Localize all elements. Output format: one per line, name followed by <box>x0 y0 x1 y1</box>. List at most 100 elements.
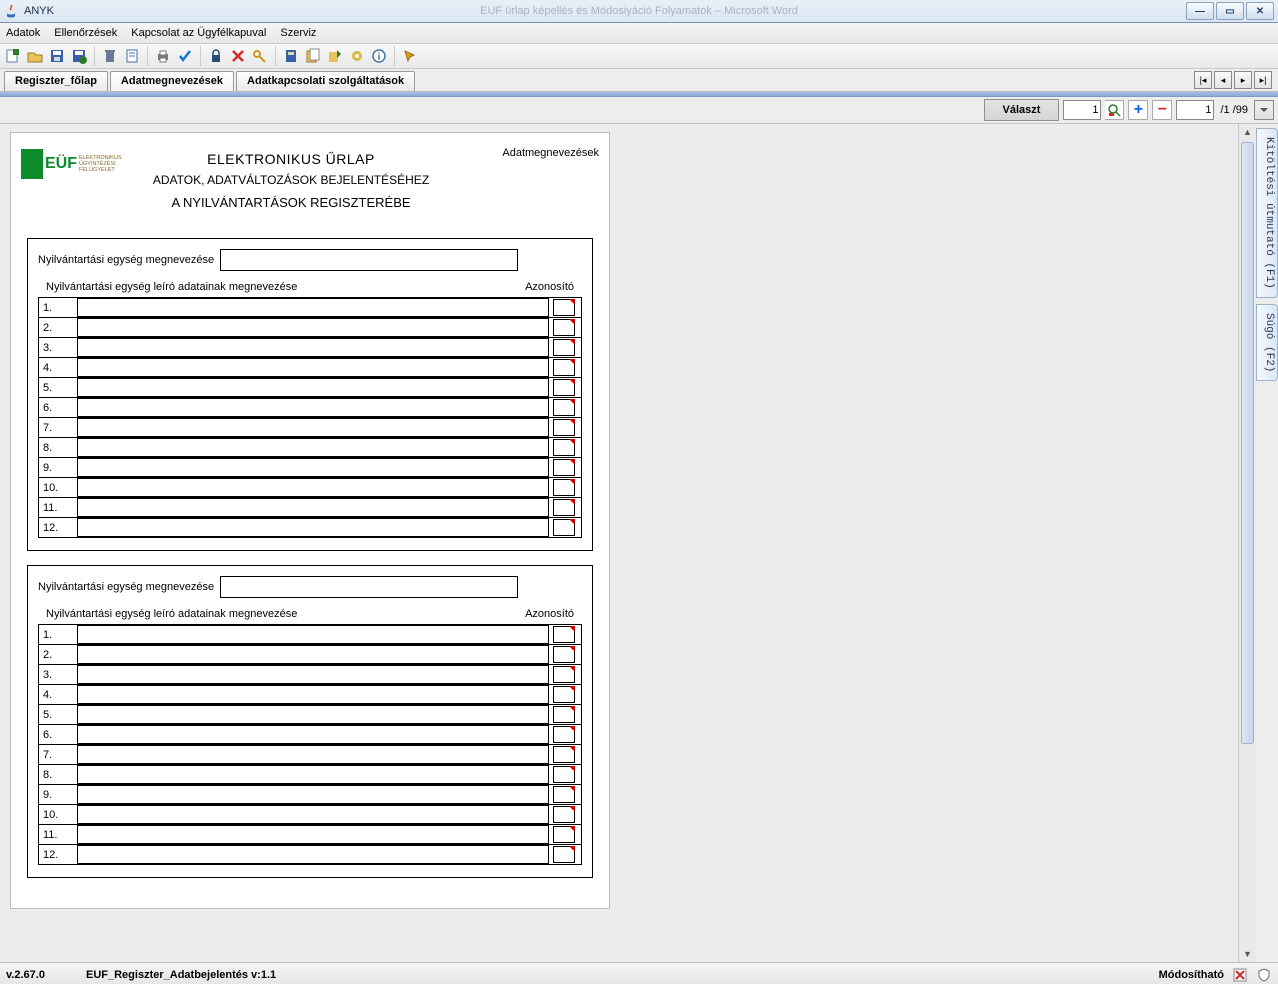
lock-icon[interactable] <box>207 47 225 65</box>
info-icon[interactable]: i <box>370 47 388 65</box>
close-button[interactable]: ✕ <box>1246 2 1274 20</box>
unit1-row11-azon[interactable] <box>553 499 575 516</box>
unit1-row10-input[interactable] <box>77 478 549 497</box>
unit2-row3-input[interactable] <box>77 665 549 684</box>
unit2-row3-azon[interactable] <box>553 666 575 683</box>
unit2-row1-input[interactable] <box>77 625 549 644</box>
unit2-row9-input[interactable] <box>77 785 549 804</box>
remove-page-button[interactable]: − <box>1152 100 1172 120</box>
cancel-icon[interactable] <box>229 47 247 65</box>
unit2-row4-input[interactable] <box>77 685 549 704</box>
tab-regiszter-folap[interactable]: Regiszter_főlap <box>4 71 108 91</box>
unit2-row11-input[interactable] <box>77 825 549 844</box>
unit1-row8-azon[interactable] <box>553 439 575 456</box>
unit2-row12-input[interactable] <box>77 845 549 864</box>
unit1-name-input[interactable] <box>220 249 518 271</box>
new-icon[interactable] <box>4 47 22 65</box>
status-state: Módosítható <box>1159 969 1224 981</box>
form-icon[interactable] <box>123 47 141 65</box>
unit2-row8-azon[interactable] <box>553 766 575 783</box>
unit1-row11-input[interactable] <box>77 498 549 517</box>
delete-icon[interactable] <box>101 47 119 65</box>
unit2-row12-azon[interactable] <box>553 846 575 863</box>
attach-icon[interactable] <box>304 47 322 65</box>
unit1-row3-azon[interactable] <box>553 339 575 356</box>
unit2-row4-azon[interactable] <box>553 686 575 703</box>
unit1-name-label: Nyilvántartási egység megnevezése <box>38 254 214 266</box>
unit1-row1-input[interactable] <box>77 298 549 317</box>
unit1-row6-input[interactable] <box>77 398 549 417</box>
page-number-input-2[interactable] <box>1176 100 1214 120</box>
menu-ellenorzesek[interactable]: Ellenőrzések <box>54 27 117 39</box>
unit1-row10-azon[interactable] <box>553 479 575 496</box>
rownum: 12. <box>39 522 73 534</box>
unit1-row5-azon[interactable] <box>553 379 575 396</box>
sidetab-guide[interactable]: Kitöltési útmutató (F1) <box>1256 128 1278 298</box>
open-icon[interactable] <box>26 47 44 65</box>
nav-prev-button[interactable]: ◂ <box>1214 71 1232 89</box>
unit2-row2-azon[interactable] <box>553 646 575 663</box>
unit1-row7-azon[interactable] <box>553 419 575 436</box>
unit1-row12-azon[interactable] <box>553 519 575 536</box>
save-as-icon[interactable] <box>70 47 88 65</box>
calc-icon[interactable] <box>282 47 300 65</box>
export-icon[interactable] <box>326 47 344 65</box>
tab-adatkapcsolati[interactable]: Adatkapcsolati szolgáltatások <box>236 71 415 91</box>
unit1-row5-input[interactable] <box>77 378 549 397</box>
scroll-thumb[interactable] <box>1241 142 1254 744</box>
unit1-row12-input[interactable] <box>77 518 549 537</box>
unit2-row7-azon[interactable] <box>553 746 575 763</box>
scroll-up-arrow[interactable]: ▲ <box>1239 124 1256 140</box>
check-icon[interactable] <box>176 47 194 65</box>
unit1-row3-input[interactable] <box>77 338 549 357</box>
status-error-icon[interactable] <box>1232 967 1248 983</box>
vertical-scrollbar[interactable]: ▲ ▼ <box>1238 124 1256 962</box>
unit1-row4-azon[interactable] <box>553 359 575 376</box>
unit2-row11-azon[interactable] <box>553 826 575 843</box>
tab-adatmegnevezesek[interactable]: Adatmegnevezések <box>110 71 234 91</box>
scroll-down-arrow[interactable]: ▼ <box>1239 946 1256 962</box>
page-dropdown[interactable] <box>1254 100 1274 120</box>
rownum: 5. <box>39 709 73 721</box>
pointer-icon[interactable] <box>401 47 419 65</box>
menu-adatok[interactable]: Adatok <box>6 27 40 39</box>
save-icon[interactable] <box>48 47 66 65</box>
key-icon[interactable] <box>251 47 269 65</box>
minimize-button[interactable]: — <box>1186 2 1214 20</box>
zoom-icon[interactable] <box>1105 100 1124 120</box>
nav-first-button[interactable]: |◂ <box>1194 71 1212 89</box>
status-shield-icon[interactable] <box>1256 967 1272 983</box>
unit2-row8-input[interactable] <box>77 765 549 784</box>
unit2-row6-azon[interactable] <box>553 726 575 743</box>
unit1-row9-input[interactable] <box>77 458 549 477</box>
unit1-row8-input[interactable] <box>77 438 549 457</box>
unit2-row5-input[interactable] <box>77 705 549 724</box>
unit2-row1-azon[interactable] <box>553 626 575 643</box>
unit1-row6-azon[interactable] <box>553 399 575 416</box>
nav-last-button[interactable]: ▸| <box>1254 71 1272 89</box>
unit1-row2-input[interactable] <box>77 318 549 337</box>
unit2-row5-azon[interactable] <box>553 706 575 723</box>
unit1-row9-azon[interactable] <box>553 459 575 476</box>
valaszt-button[interactable]: Választ <box>984 99 1060 121</box>
unit2-row2-input[interactable] <box>77 645 549 664</box>
unit2-row10-azon[interactable] <box>553 806 575 823</box>
unit1-row1-azon[interactable] <box>553 299 575 316</box>
unit2-row9-azon[interactable] <box>553 786 575 803</box>
unit1-row7-input[interactable] <box>77 418 549 437</box>
print-icon[interactable] <box>154 47 172 65</box>
add-page-button[interactable]: + <box>1128 100 1148 120</box>
nav-next-button[interactable]: ▸ <box>1234 71 1252 89</box>
unit2-row6-input[interactable] <box>77 725 549 744</box>
sidetab-help[interactable]: Súgó (F2) <box>1256 304 1278 381</box>
menu-kapcsolat[interactable]: Kapcsolat az Ügyfélkapuval <box>131 27 266 39</box>
unit2-row10-input[interactable] <box>77 805 549 824</box>
unit2-name-input[interactable] <box>220 576 518 598</box>
settings-icon[interactable] <box>348 47 366 65</box>
maximize-button[interactable]: ▭ <box>1216 2 1244 20</box>
unit2-row7-input[interactable] <box>77 745 549 764</box>
unit1-row4-input[interactable] <box>77 358 549 377</box>
page-number-input-1[interactable] <box>1063 100 1101 120</box>
unit1-row2-azon[interactable] <box>553 319 575 336</box>
menu-szerviz[interactable]: Szerviz <box>280 27 316 39</box>
